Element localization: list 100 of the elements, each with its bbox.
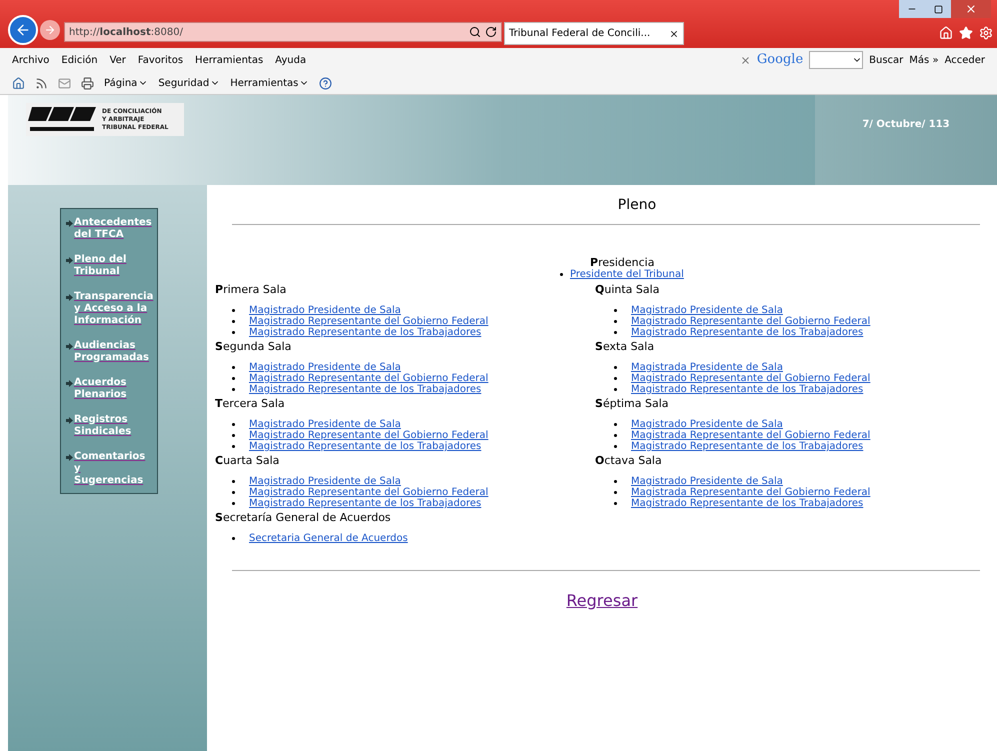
mail-icon[interactable] xyxy=(58,76,71,90)
bullet-icon xyxy=(614,320,617,323)
maximize-button[interactable] xyxy=(925,0,951,18)
forward-button[interactable] xyxy=(40,20,60,40)
bullet-icon xyxy=(614,480,617,483)
link[interactable]: Magistrado Representante del Gobierno Federal xyxy=(249,430,488,441)
link[interactable]: Magistrado Representante de los Trabajadores xyxy=(249,441,482,452)
arrow-right-icon xyxy=(44,24,56,36)
link[interactable]: Magistrado Representante de los Trabajadores xyxy=(631,384,864,395)
help-icon[interactable] xyxy=(319,76,332,90)
bullet-icon xyxy=(232,434,235,437)
back-link[interactable]: Regresar xyxy=(566,589,638,613)
link[interactable]: Magistrado Presidente de Sala xyxy=(631,305,783,316)
arrow-right-icon xyxy=(66,220,73,227)
sign-in-button[interactable]: Acceder xyxy=(944,52,985,68)
search-brand: Google xyxy=(756,51,804,70)
section-heading: Séptima Sala xyxy=(595,397,669,410)
link[interactable]: Magistrado Representante de los Trabajadores xyxy=(631,441,864,452)
link[interactable]: Magistrado Presidente de Sala xyxy=(631,476,783,487)
arrow-right-icon xyxy=(66,380,73,387)
bullet-icon xyxy=(614,423,617,426)
star-icon[interactable] xyxy=(959,26,973,40)
bullet-icon xyxy=(614,434,617,437)
back-button[interactable] xyxy=(8,15,38,45)
bullet-icon xyxy=(560,273,563,276)
refresh-icon[interactable] xyxy=(485,26,497,38)
link[interactable]: Magistrado Representante de los Trabajadores xyxy=(249,327,482,338)
link[interactable]: Magistrado Presidente de Sala xyxy=(631,419,783,430)
command-menu[interactable]: Página xyxy=(104,76,138,90)
link[interactable]: Magistrado Representante del Gobierno Federal xyxy=(249,373,488,384)
arrow-right-icon xyxy=(66,343,73,350)
link[interactable]: Magistrado Representante de los Trabajadores xyxy=(631,327,864,338)
menu-item[interactable]: Favoritos xyxy=(138,52,184,68)
link[interactable]: Magistrado Representante del Gobierno Federal xyxy=(631,373,870,384)
bullet-icon xyxy=(232,502,235,505)
close-icon xyxy=(965,3,977,15)
bullet-icon xyxy=(232,491,235,494)
link[interactable]: Magistrado Presidente de Sala xyxy=(249,419,401,430)
arrow-right-icon xyxy=(66,257,73,264)
link[interactable]: Secretaria General de Acuerdos xyxy=(249,533,408,544)
section-heading: Tercera Sala xyxy=(215,397,285,410)
menu-item[interactable]: Herramientas xyxy=(195,52,264,68)
bullet-icon xyxy=(232,480,235,483)
menu-item[interactable]: Ver xyxy=(110,52,126,68)
section-heading: Sexta Sala xyxy=(595,340,654,353)
section-heading: Cuarta Sala xyxy=(215,454,280,467)
bullet-icon xyxy=(232,377,235,380)
address-bar[interactable]: http://localhost:8080/ xyxy=(64,22,502,42)
link[interactable]: Magistrado Representante de los Trabajadores xyxy=(249,384,482,395)
bullet-icon xyxy=(232,309,235,312)
bullet-icon xyxy=(614,388,617,391)
bullet-icon xyxy=(232,366,235,369)
search-button[interactable]: Buscar xyxy=(869,52,904,68)
browser-tab[interactable]: Tribunal Federal de Concili... xyxy=(504,22,684,45)
section-heading: Secretaría General de Acuerdos xyxy=(215,511,391,524)
search-field[interactable] xyxy=(809,51,864,69)
bullet-icon xyxy=(614,331,617,334)
settings-icon[interactable] xyxy=(979,26,993,40)
bullet-icon xyxy=(232,331,235,334)
menu-item[interactable]: Ayuda xyxy=(275,52,306,68)
address-text: http://localhost:8080/ xyxy=(69,26,184,40)
section-heading: Presidencia xyxy=(590,257,654,269)
link[interactable]: Magistrado Representante del Gobierno Federal xyxy=(249,316,488,327)
close-button[interactable] xyxy=(951,0,991,18)
section-heading: Segunda Sala xyxy=(215,340,292,353)
link[interactable]: Magistrado Representante del Gobierno Federal xyxy=(249,487,488,498)
bullet-icon xyxy=(614,445,617,448)
feed-icon[interactable] xyxy=(35,76,48,90)
section-heading: Primera Sala xyxy=(215,283,286,296)
more-button[interactable]: Más » xyxy=(909,52,939,68)
print-icon[interactable] xyxy=(81,76,94,90)
command-menu[interactable]: Seguridad xyxy=(158,76,210,90)
link[interactable]: Magistrado Representante del Gobierno Federal xyxy=(631,316,870,327)
link[interactable]: Presidente del Tribunal xyxy=(570,269,684,280)
bullet-icon xyxy=(232,320,235,323)
menu-item[interactable]: Edición xyxy=(61,52,98,68)
link[interactable]: Magistrado Representante de los Trabajadores xyxy=(249,498,482,509)
arrow-right-icon xyxy=(66,417,73,424)
search-icon[interactable] xyxy=(469,26,481,38)
bullet-icon xyxy=(232,423,235,426)
command-menu[interactable]: Herramientas xyxy=(230,76,298,90)
close-icon[interactable] xyxy=(669,28,679,38)
bullet-icon xyxy=(232,388,235,391)
arrow-right-icon xyxy=(66,454,73,461)
section-heading: Octava Sala xyxy=(595,454,662,467)
link[interactable]: Magistrado Presidente de Sala xyxy=(249,305,401,316)
link[interactable]: Magistrado Presidente de Sala xyxy=(249,362,401,373)
link[interactable]: Magistrada Representante del Gobierno Federal xyxy=(631,487,870,498)
date-text: 7/ Octubre/ 113 xyxy=(862,118,950,132)
bullet-icon xyxy=(614,309,617,312)
link[interactable]: Magistrado Representante de los Trabajadores xyxy=(631,498,864,509)
bullet-icon xyxy=(614,377,617,380)
bullet-icon xyxy=(232,445,235,448)
menu-item[interactable]: Archivo xyxy=(12,52,50,68)
link[interactable]: Magistrada Presidente de Sala xyxy=(631,362,783,373)
page-title: Pleno xyxy=(618,196,656,215)
link[interactable]: Magistrada Representante del Gobierno Federal xyxy=(631,430,870,441)
link[interactable]: Magistrado Presidente de Sala xyxy=(249,476,401,487)
bullet-icon xyxy=(614,366,617,369)
home-icon[interactable] xyxy=(12,76,25,90)
